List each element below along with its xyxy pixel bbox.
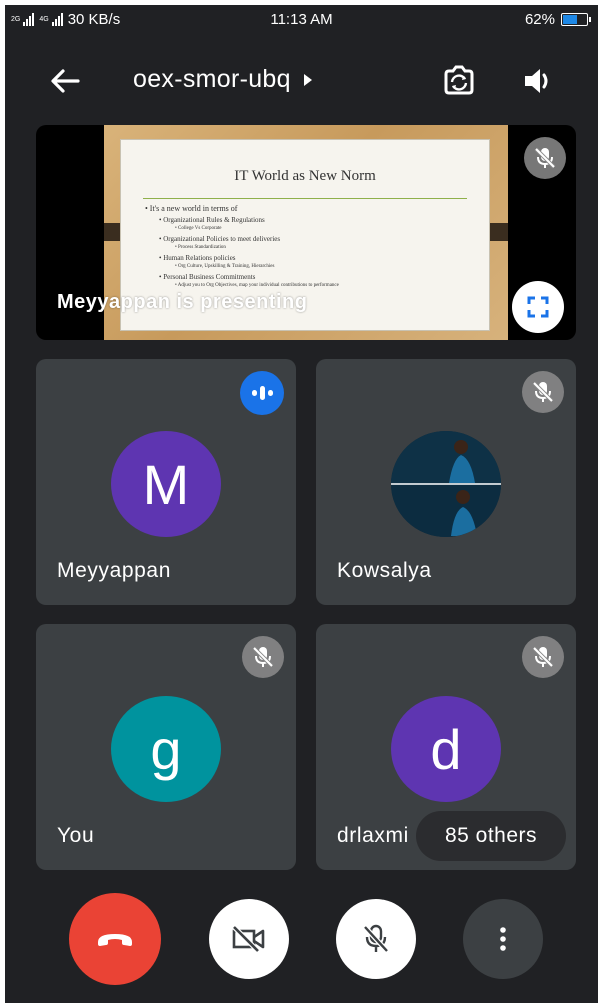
slide-bullet: • Org Culture, Upskilling & Training, Hi… bbox=[175, 264, 275, 269]
meeting-details-button[interactable]: oex-smor-ubq bbox=[133, 65, 313, 94]
avatar: d bbox=[391, 696, 501, 802]
chevron-right-icon bbox=[303, 73, 312, 86]
participant-name: Meyyappan bbox=[57, 559, 171, 582]
arrow-left-icon bbox=[51, 69, 80, 93]
status-bar: 2G 4G 30 KB/s 11:13 AM 62% bbox=[5, 5, 598, 35]
switch-camera-button[interactable] bbox=[437, 59, 481, 103]
slide-bullet: • Process Standardization bbox=[175, 245, 226, 250]
avatar: g bbox=[111, 696, 221, 802]
back-button[interactable] bbox=[45, 61, 85, 101]
muted-indicator bbox=[242, 636, 284, 678]
participant-name: Kowsalya bbox=[337, 559, 432, 582]
mic-off-icon bbox=[532, 381, 554, 403]
participant-tile-meyyappan[interactable]: M Meyyappan bbox=[36, 359, 296, 605]
presentation-tile[interactable]: IT World as New Norm • It's a new world … bbox=[36, 125, 576, 340]
camera-toggle-button[interactable] bbox=[209, 899, 289, 979]
mic-off-icon bbox=[363, 924, 389, 953]
slide-title: IT World as New Norm bbox=[234, 168, 376, 184]
end-call-button[interactable] bbox=[69, 893, 161, 985]
participant-tile-kowsalya[interactable]: Kowsalya bbox=[316, 359, 576, 605]
camera-off-icon bbox=[232, 925, 265, 953]
slide-divider bbox=[143, 198, 467, 199]
call-controls bbox=[5, 893, 598, 991]
meeting-code: oex-smor-ubq bbox=[133, 65, 291, 93]
slide-bullet: • Adjust you to Org Objectives, map your… bbox=[175, 283, 339, 288]
others-count-button[interactable]: 85 others bbox=[416, 811, 566, 861]
participant-name: drlaxmi bbox=[337, 824, 409, 847]
participant-name: You bbox=[57, 824, 95, 847]
battery-icon bbox=[561, 13, 591, 26]
battery-percent: 62% bbox=[524, 11, 555, 28]
avatar: M bbox=[111, 431, 221, 537]
meet-screen: 2G 4G 30 KB/s 11:13 AM 62% oex-smor-ubq bbox=[5, 5, 598, 1003]
slide-bullet: • It's a new world in terms of bbox=[145, 204, 238, 213]
meeting-header: oex-smor-ubq bbox=[5, 49, 598, 105]
avatar-photo bbox=[391, 431, 501, 537]
more-vertical-icon bbox=[500, 927, 506, 951]
slide-bullet: • College Vs Corporate bbox=[175, 226, 222, 231]
participant-tile-you[interactable]: g You bbox=[36, 624, 296, 870]
slide-bullets: • It's a new world in terms of • Organiza… bbox=[145, 204, 479, 292]
slide-bullet: • Human Relations policies bbox=[159, 254, 236, 262]
fullscreen-button[interactable] bbox=[512, 281, 564, 333]
muted-indicator bbox=[522, 636, 564, 678]
slide-bullet: • Organizational Policies to meet delive… bbox=[159, 235, 281, 243]
presenting-label: Meyyappan is presenting bbox=[57, 291, 308, 313]
microphone-toggle-button[interactable] bbox=[336, 899, 416, 979]
battery-status: 62% bbox=[524, 11, 591, 28]
muted-indicator bbox=[522, 371, 564, 413]
mic-off-icon bbox=[532, 646, 554, 668]
switch-camera-icon bbox=[444, 65, 474, 95]
phone-hangup-icon bbox=[98, 934, 132, 946]
speaking-indicator-icon bbox=[240, 371, 284, 415]
mic-off-icon bbox=[534, 147, 556, 169]
more-options-button[interactable] bbox=[463, 899, 543, 979]
mic-off-icon bbox=[252, 646, 274, 668]
speaker-icon bbox=[525, 69, 548, 93]
battery-fill bbox=[563, 15, 577, 24]
speaker-button[interactable] bbox=[517, 59, 561, 103]
fullscreen-icon bbox=[527, 296, 549, 318]
muted-indicator bbox=[524, 137, 566, 179]
slide-bullet: • Personal Business Commitments bbox=[159, 273, 256, 281]
profile-photo bbox=[391, 431, 501, 537]
clock: 11:13 AM bbox=[270, 11, 333, 28]
slide-bullet: • Organizational Rules & Regulations bbox=[159, 216, 265, 224]
